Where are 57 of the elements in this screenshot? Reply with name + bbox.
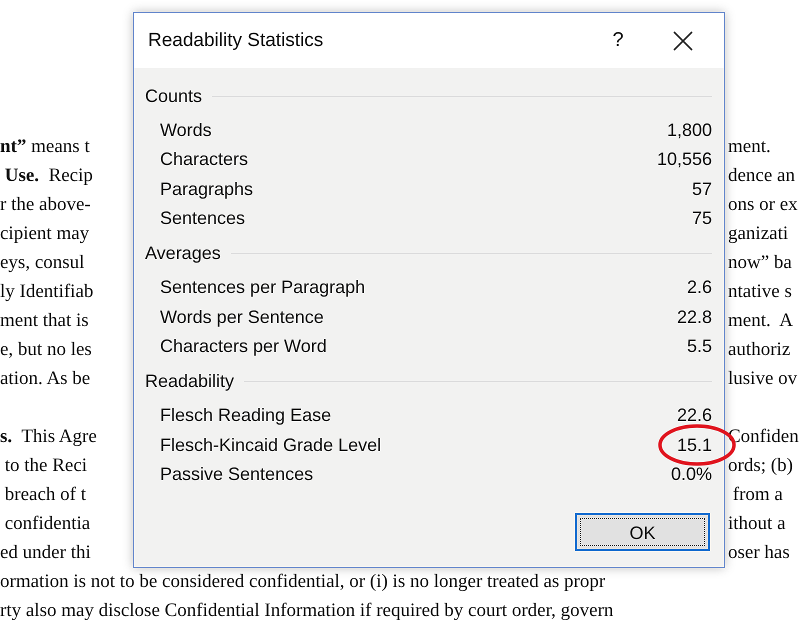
stat-value: 2.6 — [686, 277, 712, 298]
document-text: ment. A — [728, 310, 793, 332]
document-text: ormation is not to be considered confidential, or (i) is no longer treated as propr — [0, 570, 606, 592]
document-text: now” ba — [728, 252, 792, 274]
document-text: r the above- — [0, 194, 91, 214]
document-text: Confiden — [728, 426, 799, 448]
document-text: cipient may — [0, 222, 90, 244]
document-text: ithout a — [728, 512, 786, 534]
stat-value: 22.8 — [676, 306, 712, 328]
document-text: breach of t — [4, 484, 86, 504]
close-icon[interactable] — [672, 30, 694, 52]
document-text: nt” means t — [0, 136, 90, 156]
stat-label: Words per Sentence — [160, 306, 324, 328]
document-text: s. This Agre — [0, 426, 97, 446]
stat-value: 0.0% — [670, 464, 712, 485]
document-text: to the Reci — [4, 454, 88, 476]
stat-value: 15.1 — [676, 434, 712, 456]
stat-label: Sentences — [160, 208, 246, 230]
document-text: confidentia — [4, 512, 90, 534]
document-text: ntative s — [728, 280, 792, 302]
document-text: e, but no les — [0, 338, 92, 360]
document-text: ation. As be — [0, 368, 90, 388]
stat-value: 57 — [692, 178, 712, 200]
section-heading: Readability — [145, 370, 234, 392]
stat-label: Words — [160, 120, 212, 142]
document-text: from a — [732, 484, 783, 506]
document-text: ment that is — [0, 310, 89, 330]
help-button[interactable]: ? — [600, 29, 636, 52]
document-text: ganizati — [728, 222, 788, 244]
document-text: ords; (b) — [728, 454, 793, 476]
stat-value: 1,800 — [666, 120, 712, 142]
stat-label: Characters — [160, 149, 248, 170]
document-text: dence an — [728, 164, 795, 186]
document-text: lusive ov — [728, 368, 798, 390]
stat-value: 22.6 — [676, 405, 712, 426]
stat-value: 10,556 — [656, 149, 712, 170]
stat-label: Characters per Word — [160, 336, 327, 357]
stat-value: 5.5 — [686, 336, 712, 357]
document-text: oser has — [728, 542, 790, 564]
dialog-title: Readability Statistics — [148, 30, 324, 52]
section-heading: Averages — [145, 242, 221, 264]
document-text: ly Identifiab — [0, 280, 94, 302]
document-text: ment. — [728, 136, 771, 158]
stat-label: Passive Sentences — [160, 464, 314, 485]
document-text: Use. Recip — [4, 164, 93, 186]
stat-label: Flesch Reading Ease — [160, 405, 332, 426]
document-text: rty also may disclose Confidential Information if required by court order, govern — [0, 600, 614, 620]
stat-value: 75 — [692, 208, 712, 230]
document-text: authoriz — [728, 338, 790, 360]
document-text: ons or ex — [728, 194, 798, 216]
stat-label: Paragraphs — [160, 178, 254, 200]
document-text: ed under thi — [0, 542, 91, 562]
stat-label: Sentences per Paragraph — [160, 277, 366, 298]
document-text: eys, consul — [0, 252, 84, 272]
ok-button[interactable]: OK — [575, 513, 710, 551]
section-heading: Counts — [145, 86, 202, 106]
stat-label: Flesch-Kincaid Grade Level — [160, 434, 382, 456]
